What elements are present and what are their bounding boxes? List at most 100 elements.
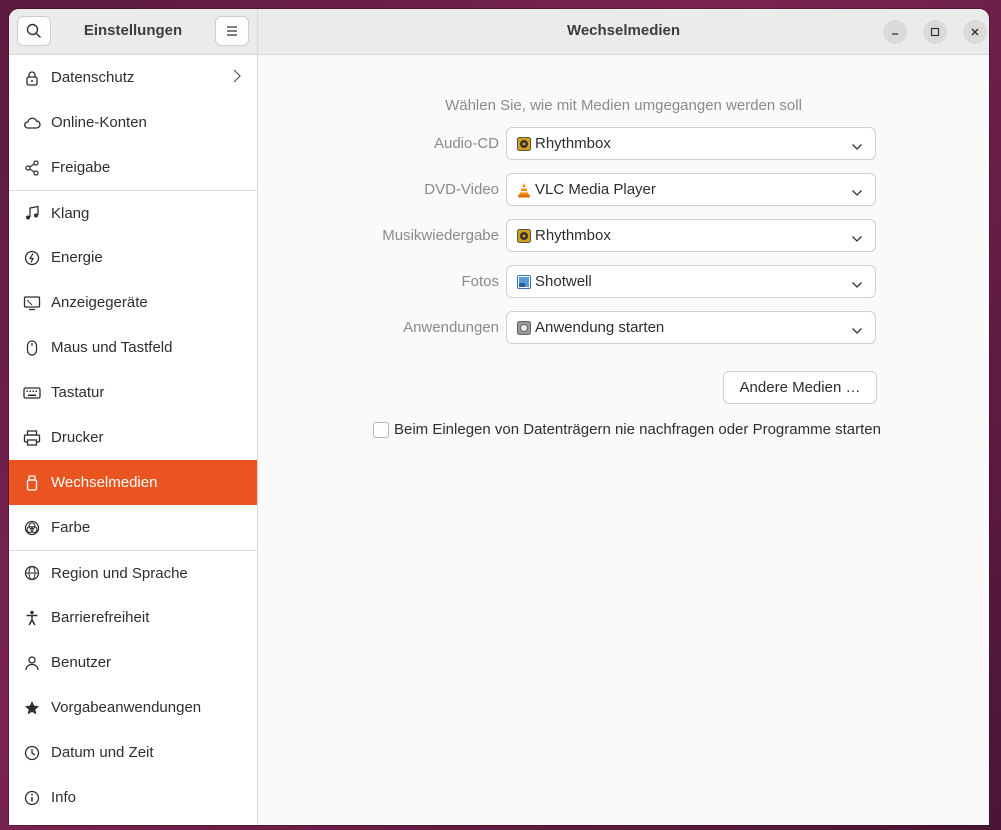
sidebar-item-datum-und-zeit[interactable]: Datum und Zeit (9, 730, 257, 775)
chevron-down-icon (851, 322, 863, 339)
sidebar-item-label: Maus und Tastfeld (51, 339, 173, 356)
audio-cd-value: Rhythmbox (535, 135, 611, 152)
hamburger-menu-icon (227, 26, 237, 36)
sidebar-item-label: Drucker (51, 429, 104, 446)
sidebar-item-label: Freigabe (51, 159, 111, 176)
applications-select[interactable]: Anwendung starten (506, 311, 876, 344)
sidebar-item-barrierefreiheit[interactable]: Barrierefreiheit (9, 595, 257, 640)
sidebar-item-info[interactable]: Info (9, 775, 257, 820)
search-button[interactable] (17, 16, 51, 46)
chevron-right-icon (233, 69, 241, 87)
never-prompt-row[interactable]: Beim Einlegen von Datenträgern nie nachf… (373, 421, 881, 438)
sidebar-item-freigabe[interactable]: Freigabe (9, 145, 257, 190)
accessibility-icon (23, 609, 41, 627)
sidebar-item-maus-und-tastfeld[interactable]: Maus und Tastfeld (9, 325, 257, 370)
maximize-icon (930, 27, 940, 37)
shotwell-icon (517, 274, 531, 289)
globe-icon (23, 564, 41, 582)
sidebar-item-vorgabeanwendungen[interactable]: Vorgabeanwendungen (9, 685, 257, 730)
sidebar-item-tastatur[interactable]: Tastatur (9, 370, 257, 415)
sidebar-item-klang[interactable]: Klang (9, 190, 257, 235)
mouse-icon (23, 339, 41, 357)
rhythmbox-icon (517, 136, 531, 151)
sidebar-item-label: Anzeigegeräte (51, 294, 148, 311)
photos-select[interactable]: Shotwell (506, 265, 876, 298)
sidebar-item-region-und-sprache[interactable]: Region und Sprache (9, 550, 257, 595)
minimize-icon (892, 33, 898, 35)
sidebar-item-label: Info (51, 789, 77, 806)
sidebar-item-anzeigegeraete[interactable]: Anzeigegeräte (9, 280, 257, 325)
sidebar-item-label: Tastatur (51, 384, 105, 401)
sidebar-item-online-konten[interactable]: Online-Konten (9, 100, 257, 145)
audio-cd-select[interactable]: Rhythmbox (506, 127, 876, 160)
music-playback-value: Rhythmbox (535, 227, 611, 244)
page-title: Wechselmedien (566, 22, 681, 39)
sidebar-item-label: Farbe (51, 519, 91, 536)
usb-drive-icon (23, 474, 41, 492)
music-playback-select[interactable]: Rhythmbox (506, 219, 876, 252)
sidebar-item-label: Energie (51, 249, 103, 266)
user-icon (23, 654, 41, 672)
clock-icon (23, 744, 41, 762)
never-prompt-label: Beim Einlegen von Datenträgern nie nachf… (394, 421, 881, 438)
settings-window: Einstellungen Datenschutz Online-Konten … (9, 9, 989, 825)
chevron-down-icon (851, 276, 863, 293)
sidebar-item-datenschutz[interactable]: Datenschutz (9, 55, 257, 100)
never-prompt-checkbox[interactable] (373, 421, 389, 438)
sidebar: Einstellungen Datenschutz Online-Konten … (9, 9, 258, 825)
dvd-video-select[interactable]: VLC Media Player (506, 173, 876, 206)
close-button[interactable] (963, 20, 987, 44)
info-icon (23, 789, 41, 807)
menu-button[interactable] (215, 16, 249, 46)
sidebar-item-benutzer[interactable]: Benutzer (9, 640, 257, 685)
sidebar-item-label: Datum und Zeit (51, 744, 154, 761)
main-content: Wählen Sie, wie mit Medien umgegangen we… (258, 55, 989, 825)
color-icon (23, 519, 41, 537)
cloud-icon (23, 114, 41, 132)
photos-value: Shotwell (535, 273, 592, 290)
header-bar: Wechselmedien (258, 9, 989, 55)
sidebar-item-farbe[interactable]: Farbe (9, 505, 257, 550)
audio-cd-label: Audio-CD (433, 135, 499, 152)
vlc-icon (517, 182, 531, 197)
photos-label: Fotos (461, 273, 499, 290)
maximize-button[interactable] (923, 20, 947, 44)
music-note-icon (23, 204, 41, 222)
sidebar-item-drucker[interactable]: Drucker (9, 415, 257, 460)
sidebar-title: Einstellungen (83, 22, 183, 39)
chevron-down-icon (851, 184, 863, 201)
sidebar-item-label: Vorgabeanwendungen (51, 699, 202, 716)
applications-value: Anwendung starten (535, 319, 665, 336)
star-icon (23, 699, 41, 717)
power-icon (23, 249, 41, 267)
display-icon (23, 294, 41, 312)
share-icon (23, 159, 41, 177)
sidebar-item-energie[interactable]: Energie (9, 235, 257, 280)
keyboard-icon (23, 384, 41, 402)
sidebar-item-label: Klang (51, 204, 90, 222)
sidebar-item-label: Datenschutz (51, 69, 135, 86)
sidebar-item-label: Online-Konten (51, 114, 147, 131)
app-launch-icon (517, 320, 531, 335)
sidebar-header: Einstellungen (9, 9, 257, 55)
music-playback-label: Musikwiedergabe (382, 227, 499, 244)
chevron-down-icon (851, 138, 863, 155)
sidebar-list: Datenschutz Online-Konten Freigabe Klang… (9, 55, 257, 820)
close-icon (971, 28, 979, 36)
media-hint-text: Wählen Sie, wie mit Medien umgegangen we… (445, 97, 802, 114)
printer-icon (23, 429, 41, 447)
sidebar-item-wechselmedien[interactable]: Wechselmedien (9, 460, 257, 505)
lock-icon (23, 69, 41, 87)
dvd-video-label: DVD-Video (424, 181, 499, 198)
chevron-down-icon (851, 230, 863, 247)
minimize-button[interactable] (883, 20, 907, 44)
other-media-button[interactable]: Andere Medien … (723, 371, 877, 404)
dvd-video-value: VLC Media Player (535, 181, 656, 198)
sidebar-item-label: Wechselmedien (51, 474, 158, 491)
sidebar-item-label: Region und Sprache (51, 564, 188, 582)
sidebar-item-label: Barrierefreiheit (51, 609, 150, 626)
applications-label: Anwendungen (403, 319, 499, 336)
sidebar-item-label: Benutzer (51, 654, 112, 671)
rhythmbox-icon (517, 228, 531, 243)
search-icon (26, 23, 41, 38)
